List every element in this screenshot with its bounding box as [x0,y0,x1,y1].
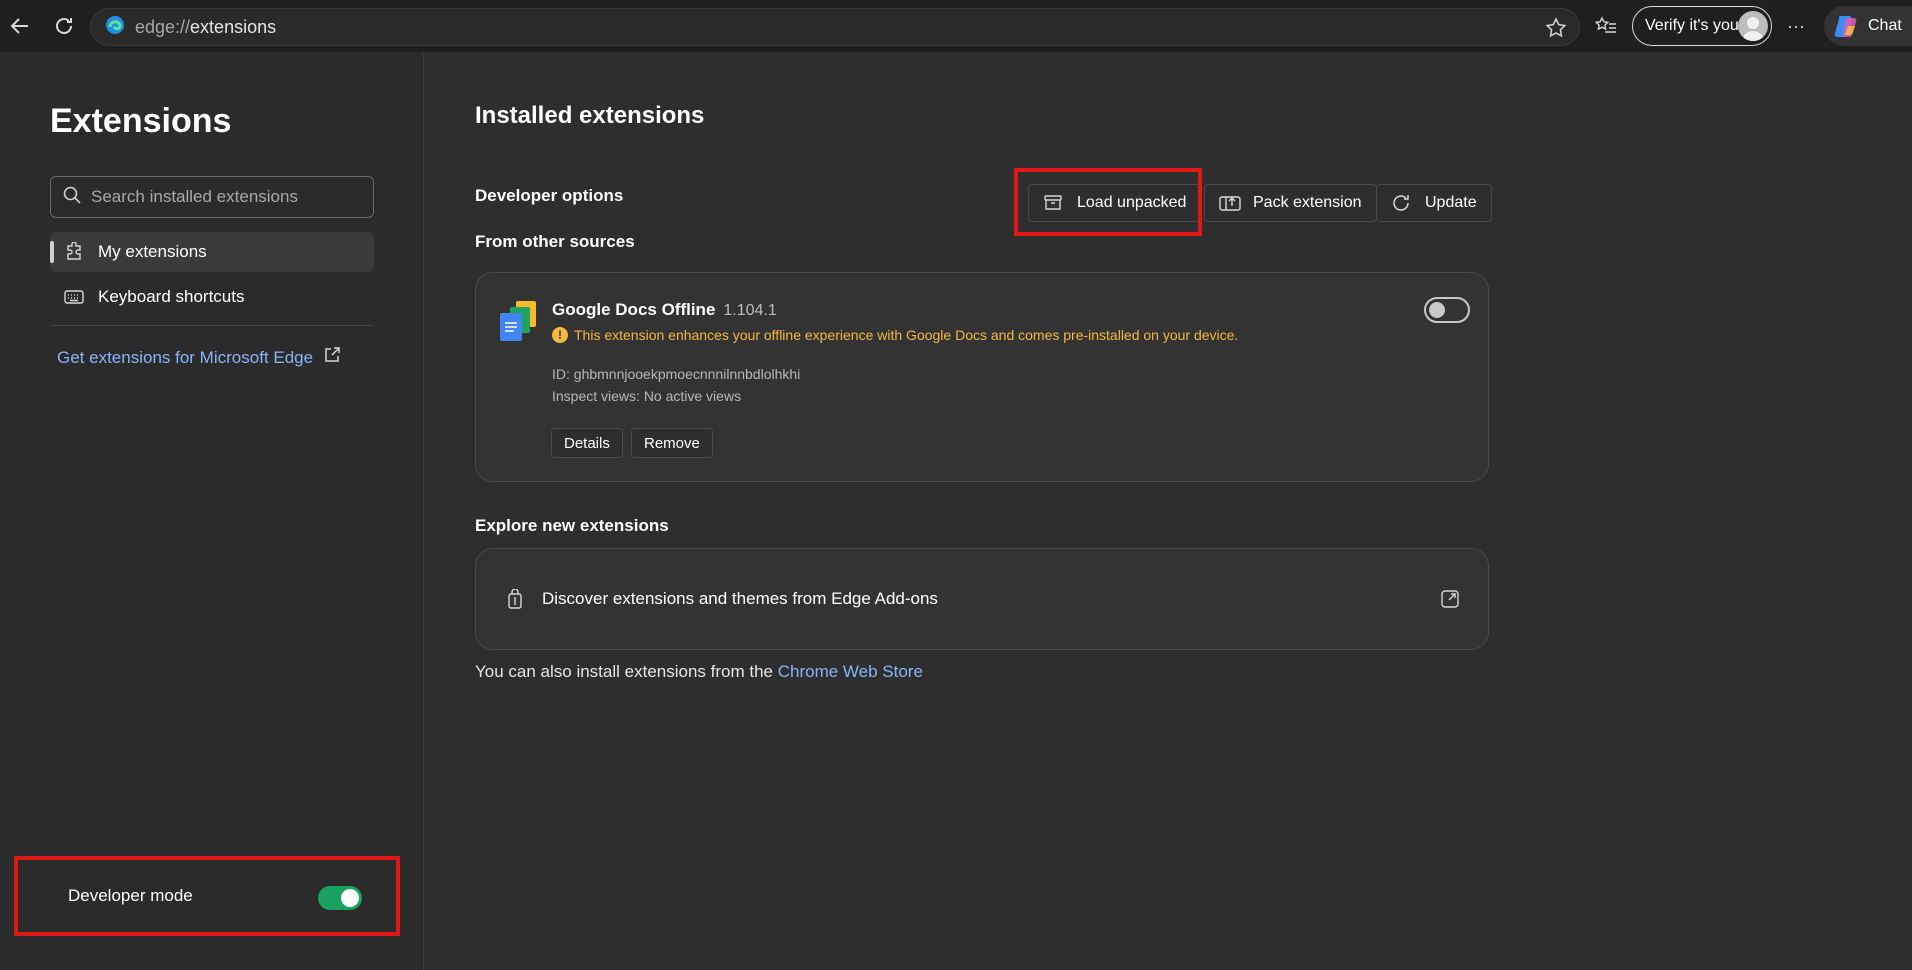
star-favorite-icon[interactable] [1545,17,1567,44]
developer-mode-label: Developer mode [68,886,193,905]
get-extensions-label: Get extensions for Microsoft Edge [57,347,314,367]
edge-logo-icon [105,15,125,40]
extension-enable-toggle[interactable] [1424,297,1470,323]
chrome-store-note-text: You can also install extensions from the [475,662,778,681]
sidebar-divider [50,325,374,326]
developer-mode-toggle[interactable] [318,886,362,910]
page-title: Extensions [50,102,232,140]
discover-label: Discover extensions and themes from Edge… [542,589,938,608]
external-link-icon [1440,589,1460,614]
remove-button[interactable]: Remove [631,428,713,458]
shopping-bag-icon [506,588,528,610]
copilot-chat-button[interactable]: Chat [1824,6,1912,46]
google-docs-icon [498,299,540,343]
favorites-list-icon[interactable] [1592,12,1620,40]
extension-inspect-views: Inspect views: No active views [552,388,742,404]
toggle-knob [1429,302,1445,318]
get-extensions-link[interactable]: Get extensions for Microsoft Edge [57,346,341,369]
search-icon [63,186,81,209]
keyboard-icon [64,286,86,308]
copilot-logo-icon [1832,12,1860,40]
developer-options-heading: Developer options [475,186,624,205]
explore-new-extensions-heading: Explore new extensions [475,516,669,535]
chat-label: Chat [1868,17,1902,34]
more-options-icon[interactable]: ··· [1782,12,1810,40]
url-text: edge://extensions [135,16,277,37]
extension-name-text: Google Docs Offline [552,300,716,319]
highlight-box [1014,168,1202,236]
sidebar-item-keyboard-shortcuts[interactable]: Keyboard shortcuts [50,277,374,317]
info-warning-icon: ! [552,327,568,343]
extension-id: ID: ghbmnnjooekpmoecnnnilnnbdlolhkhi [552,366,801,382]
sidebar-item-label: My extensions [98,242,207,261]
puzzle-icon [64,241,86,263]
back-arrow-icon[interactable] [6,12,34,40]
chrome-web-store-link[interactable]: Chrome Web Store [778,662,923,681]
pack-extension-button[interactable]: Pack extension [1204,184,1377,222]
update-button[interactable]: Update [1376,184,1492,222]
sidebar: Extensions My extensions Keyboard shortc… [0,52,424,970]
browser-toolbar: edge://extensions Verify it's you ··· Ch… [0,0,1912,52]
installed-extensions-heading: Installed extensions [475,102,705,129]
sidebar-item-my-extensions[interactable]: My extensions [50,232,374,272]
refresh-icon [1391,192,1413,214]
address-bar[interactable]: edge://extensions [90,8,1580,46]
discover-addons-card[interactable]: Discover extensions and themes from Edge… [475,548,1489,650]
search-box[interactable] [50,176,374,218]
extension-version: 1.104.1 [723,302,777,319]
search-input[interactable] [91,187,361,207]
chrome-store-note: You can also install extensions from the… [475,662,923,682]
sidebar-item-label: Keyboard shortcuts [98,287,245,306]
verify-identity-button[interactable]: Verify it's you [1632,6,1772,46]
from-other-sources-heading: From other sources [475,232,635,251]
extension-name: Google Docs Offline 1.104.1 [552,300,777,320]
external-link-icon [323,346,341,369]
pack-icon [1219,192,1241,214]
refresh-icon[interactable] [50,12,78,40]
details-button[interactable]: Details [551,428,623,458]
toggle-knob [341,889,359,907]
update-label: Update [1425,194,1477,211]
developer-mode-row: Developer mode [14,856,400,936]
extension-warning: ! This extension enhances your offline e… [552,327,1238,343]
extension-card: Google Docs Offline 1.104.1 ! This extens… [475,272,1489,482]
extension-warning-text: This extension enhances your offline exp… [574,327,1239,343]
profile-avatar-icon [1738,11,1768,41]
verify-label: Verify it's you [1645,17,1739,34]
pack-extension-label: Pack extension [1253,194,1362,211]
